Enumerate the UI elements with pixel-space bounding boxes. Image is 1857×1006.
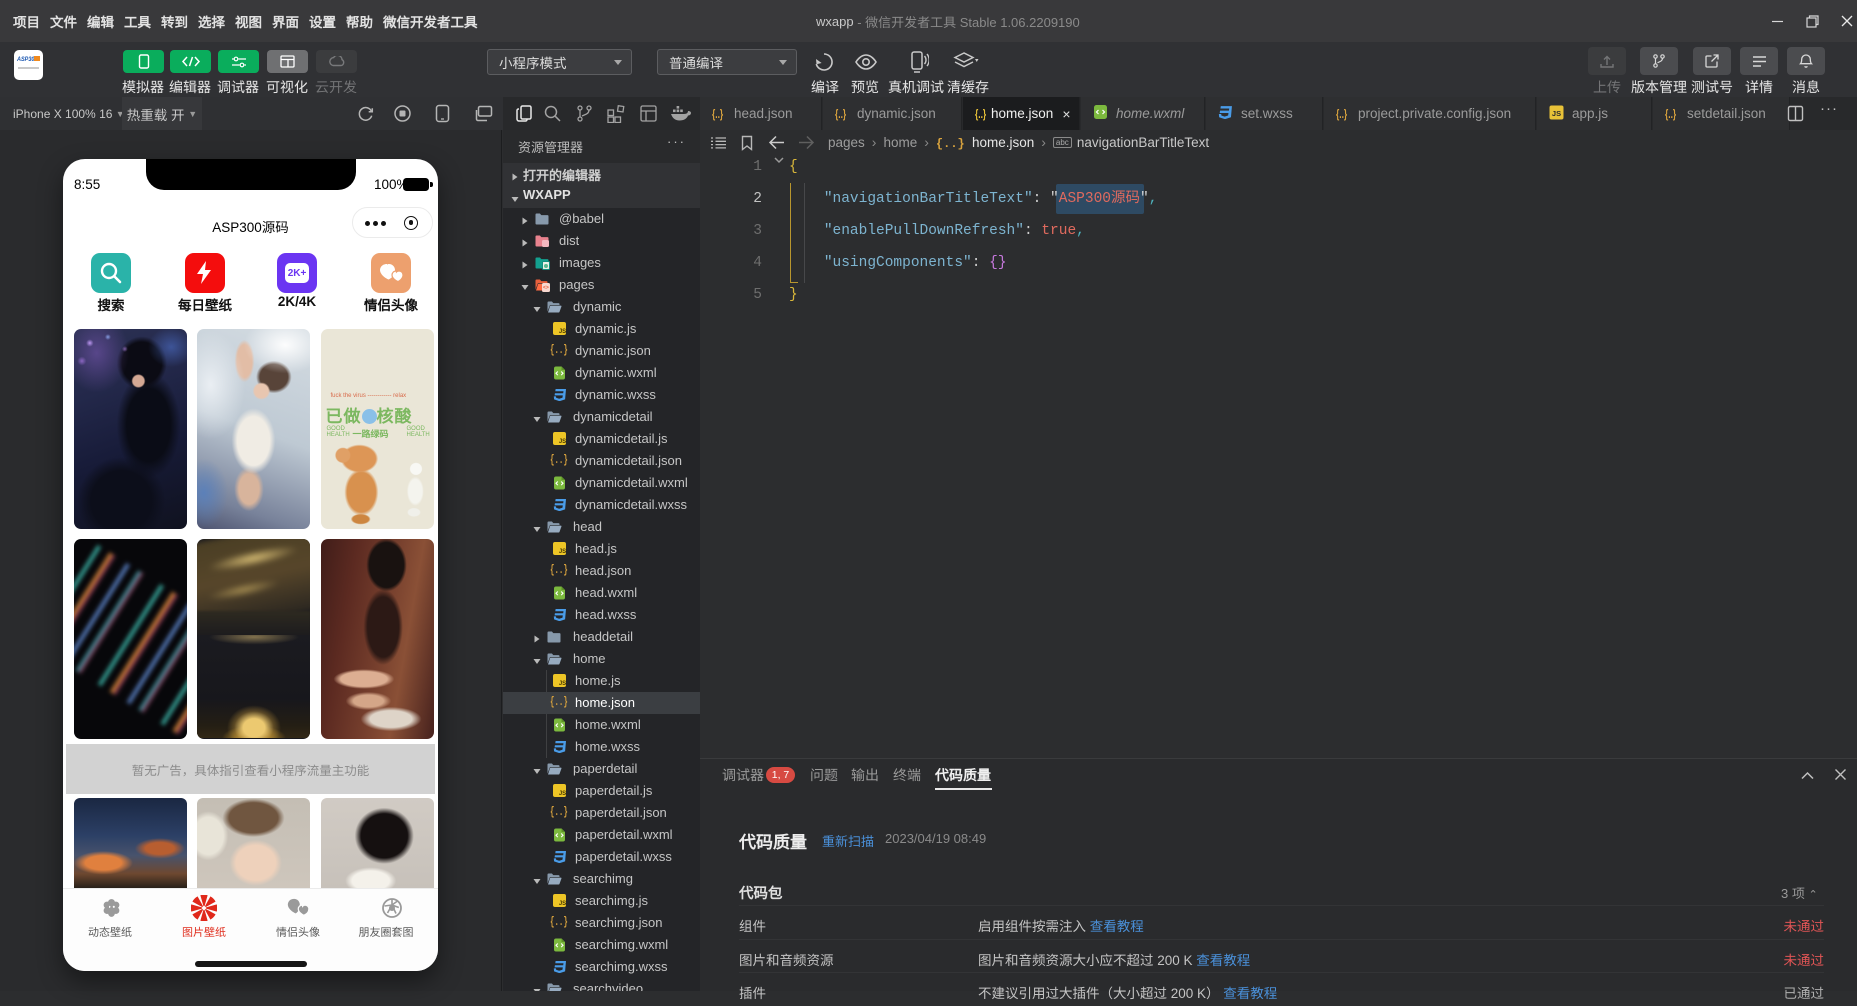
- svg-text:JS: JS: [559, 681, 566, 687]
- svg-text:JS: JS: [559, 329, 566, 335]
- svg-text:JS: JS: [1552, 109, 1561, 118]
- svg-text:JS: JS: [559, 549, 566, 555]
- svg-text:JS: JS: [559, 439, 566, 445]
- svg-text:JS: JS: [559, 901, 566, 907]
- svg-text:JS: JS: [559, 791, 566, 797]
